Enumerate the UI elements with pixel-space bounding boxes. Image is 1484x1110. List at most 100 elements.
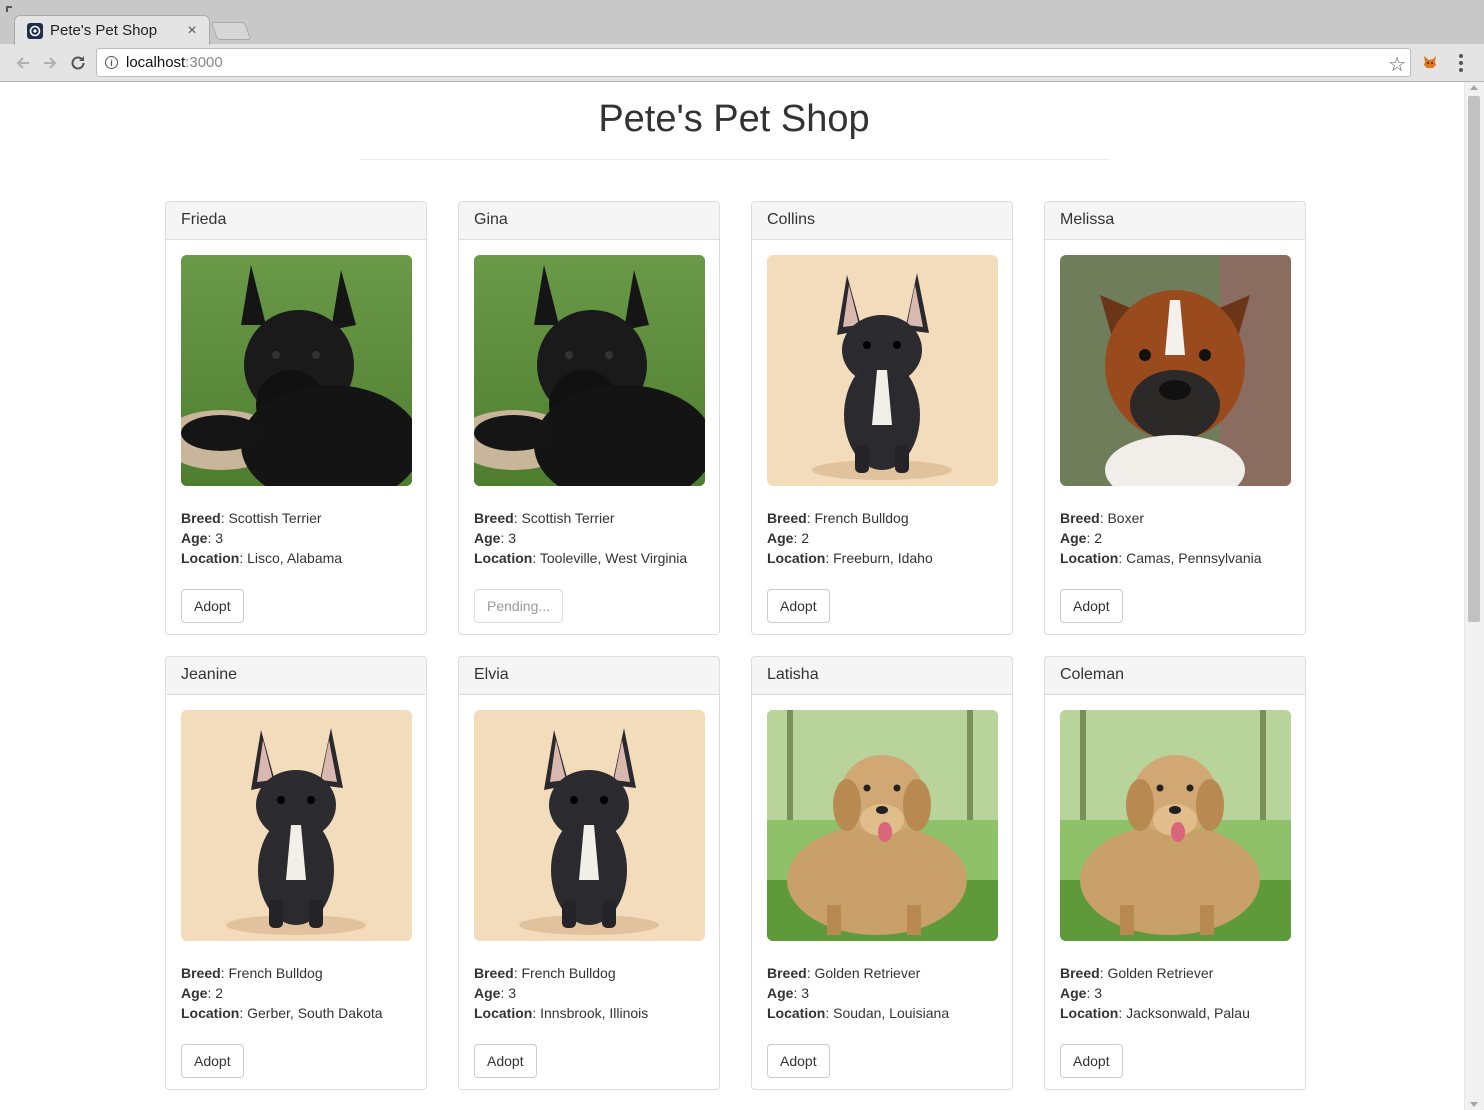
age-label: Age <box>767 530 794 546</box>
adopt-button[interactable]: Adopt <box>767 1044 830 1078</box>
browser-menu-icon[interactable] <box>1452 51 1470 75</box>
golden-retriever-photo <box>767 710 998 941</box>
age-label: Age <box>181 530 208 546</box>
french-bulldog-photo <box>474 710 705 941</box>
pet-breed: Breed: Golden Retriever <box>1060 965 1214 981</box>
pet-age: Age: 3 <box>474 530 517 546</box>
pet-card-latisha: Latisha Breed: Golden Retriever Age: 3 L… <box>751 656 1013 1090</box>
adopt-button[interactable]: Adopt <box>1060 1044 1123 1078</box>
scroll-up-arrow-icon[interactable] <box>1470 85 1478 90</box>
age-value: 2 <box>801 530 810 546</box>
breed-value: Scottish Terrier <box>521 510 615 526</box>
age-value: 2 <box>1094 530 1103 546</box>
pending-button[interactable]: Pending... <box>474 589 564 623</box>
breed-label: Breed <box>474 510 514 526</box>
pet-location: Location: Tooleville, West Virginia <box>474 550 688 566</box>
pet-grid: Frieda Breed: Scottish Terrier Age: 3 Lo… <box>165 201 1306 1090</box>
pet-card-body: Breed: Scottish Terrier Age: 3 Location:… <box>459 240 719 634</box>
browser-toolbar: i localhost:3000 ☆ <box>0 44 1484 82</box>
pet-breed: Breed: Scottish Terrier <box>474 510 615 526</box>
age-label: Age <box>474 530 501 546</box>
pet-location: Location: Lisco, Alabama <box>181 550 343 566</box>
pet-location: Location: Gerber, South Dakota <box>181 1005 383 1021</box>
age-label: Age <box>1060 985 1087 1001</box>
breed-label: Breed <box>767 965 807 981</box>
location-label: Location <box>767 1005 826 1021</box>
breed-value: French Bulldog <box>521 965 616 981</box>
breed-value: French Bulldog <box>814 510 909 526</box>
pet-breed: Breed: Boxer <box>1060 510 1145 526</box>
adopt-button[interactable]: Adopt <box>181 589 244 623</box>
pet-location: Location: Soudan, Louisiana <box>767 1005 950 1021</box>
pet-card-collins: Collins Breed: French Bulldog Age: 2 Loc… <box>751 201 1013 635</box>
location-label: Location <box>474 550 533 566</box>
pet-card-body: Breed: Golden Retriever Age: 3 Location:… <box>752 695 1012 1089</box>
pet-breed: Breed: Scottish Terrier <box>181 510 322 526</box>
breed-value: Golden Retriever <box>1107 965 1214 981</box>
location-value: Freeburn, Idaho <box>833 550 933 566</box>
scroll-thumb[interactable] <box>1468 96 1480 622</box>
breed-label: Breed <box>1060 965 1100 981</box>
location-label: Location <box>181 1005 240 1021</box>
new-tab-button[interactable] <box>210 22 252 40</box>
pet-card-elvia: Elvia Breed: French Bulldog Age: 3 Locat… <box>458 656 720 1090</box>
pet-location: Location: Camas, Pennsylvania <box>1060 550 1262 566</box>
tab-title: Pete's Pet Shop <box>50 22 158 39</box>
pet-location: Location: Innsbrook, Illinois <box>474 1005 649 1021</box>
pet-breed: Breed: French Bulldog <box>767 510 909 526</box>
pet-card-body: Breed: French Bulldog Age: 2 Location: F… <box>752 240 1012 634</box>
location-value: Tooleville, West Virginia <box>539 550 688 566</box>
pet-card-jeanine: Jeanine Breed: French Bulldog Age: 2 Loc… <box>165 656 427 1090</box>
pet-location: Location: Jacksonwald, Palau <box>1060 1005 1250 1021</box>
breed-value: Boxer <box>1107 510 1145 526</box>
location-value: Jacksonwald, Palau <box>1126 1005 1250 1021</box>
pet-card-body: Breed: French Bulldog Age: 2 Location: G… <box>166 695 426 1089</box>
pet-details: Breed: French Bulldog Age: 3 Location: I… <box>474 963 704 1023</box>
browser-tab[interactable]: Pete's Pet Shop × <box>14 15 210 45</box>
breed-label: Breed <box>181 510 221 526</box>
age-label: Age <box>181 985 208 1001</box>
scroll-down-arrow-icon[interactable] <box>1470 1102 1478 1107</box>
reload-icon[interactable] <box>66 51 90 75</box>
pet-breed: Breed: French Bulldog <box>474 965 616 981</box>
pet-name: Frieda <box>166 202 426 240</box>
pet-age: Age: 3 <box>1060 985 1103 1001</box>
url-host: localhost <box>126 54 186 71</box>
pet-details: Breed: Boxer Age: 2 Location: Camas, Pen… <box>1060 508 1290 568</box>
pet-card-coleman: Coleman Breed: Golden Retriever Age: 3 L… <box>1044 656 1306 1090</box>
pet-age: Age: 2 <box>181 985 224 1001</box>
forward-arrow-icon[interactable] <box>38 51 62 75</box>
age-value: 3 <box>215 530 224 546</box>
pet-card-body: Breed: Scottish Terrier Age: 3 Location:… <box>166 240 426 634</box>
adopt-button[interactable]: Adopt <box>767 589 830 623</box>
adopt-button[interactable]: Adopt <box>181 1044 244 1078</box>
back-arrow-icon[interactable] <box>11 51 35 75</box>
pet-name: Jeanine <box>166 657 426 695</box>
location-value: Gerber, South Dakota <box>247 1005 383 1021</box>
site-info-icon[interactable]: i <box>105 56 118 69</box>
age-label: Age <box>1060 530 1087 546</box>
breed-label: Breed <box>1060 510 1100 526</box>
metamask-fox-icon[interactable] <box>1421 53 1439 71</box>
favicon-icon <box>27 22 43 39</box>
french-bulldog-photo <box>181 710 412 941</box>
window-corner-icon <box>6 6 12 12</box>
pet-card-body: Breed: French Bulldog Age: 3 Location: I… <box>459 695 719 1089</box>
adopt-button[interactable]: Adopt <box>474 1044 537 1078</box>
pet-details: Breed: Golden Retriever Age: 3 Location:… <box>1060 963 1290 1023</box>
breed-label: Breed <box>767 510 807 526</box>
pet-card-frieda: Frieda Breed: Scottish Terrier Age: 3 Lo… <box>165 201 427 635</box>
pet-name: Gina <box>459 202 719 240</box>
address-bar[interactable]: i localhost:3000 ☆ <box>96 48 1411 77</box>
pet-details: Breed: Golden Retriever Age: 3 Location:… <box>767 963 997 1023</box>
bookmark-star-icon[interactable]: ☆ <box>1388 52 1406 77</box>
breed-value: Golden Retriever <box>814 965 921 981</box>
location-label: Location <box>1060 1005 1119 1021</box>
age-label: Age <box>767 985 794 1001</box>
age-value: 3 <box>801 985 810 1001</box>
page-scrollbar[interactable] <box>1464 82 1484 1110</box>
tab-close-icon[interactable]: × <box>181 20 203 42</box>
url-port: :3000 <box>185 54 223 71</box>
adopt-button[interactable]: Adopt <box>1060 589 1123 623</box>
pet-details: Breed: Scottish Terrier Age: 3 Location:… <box>474 508 704 568</box>
